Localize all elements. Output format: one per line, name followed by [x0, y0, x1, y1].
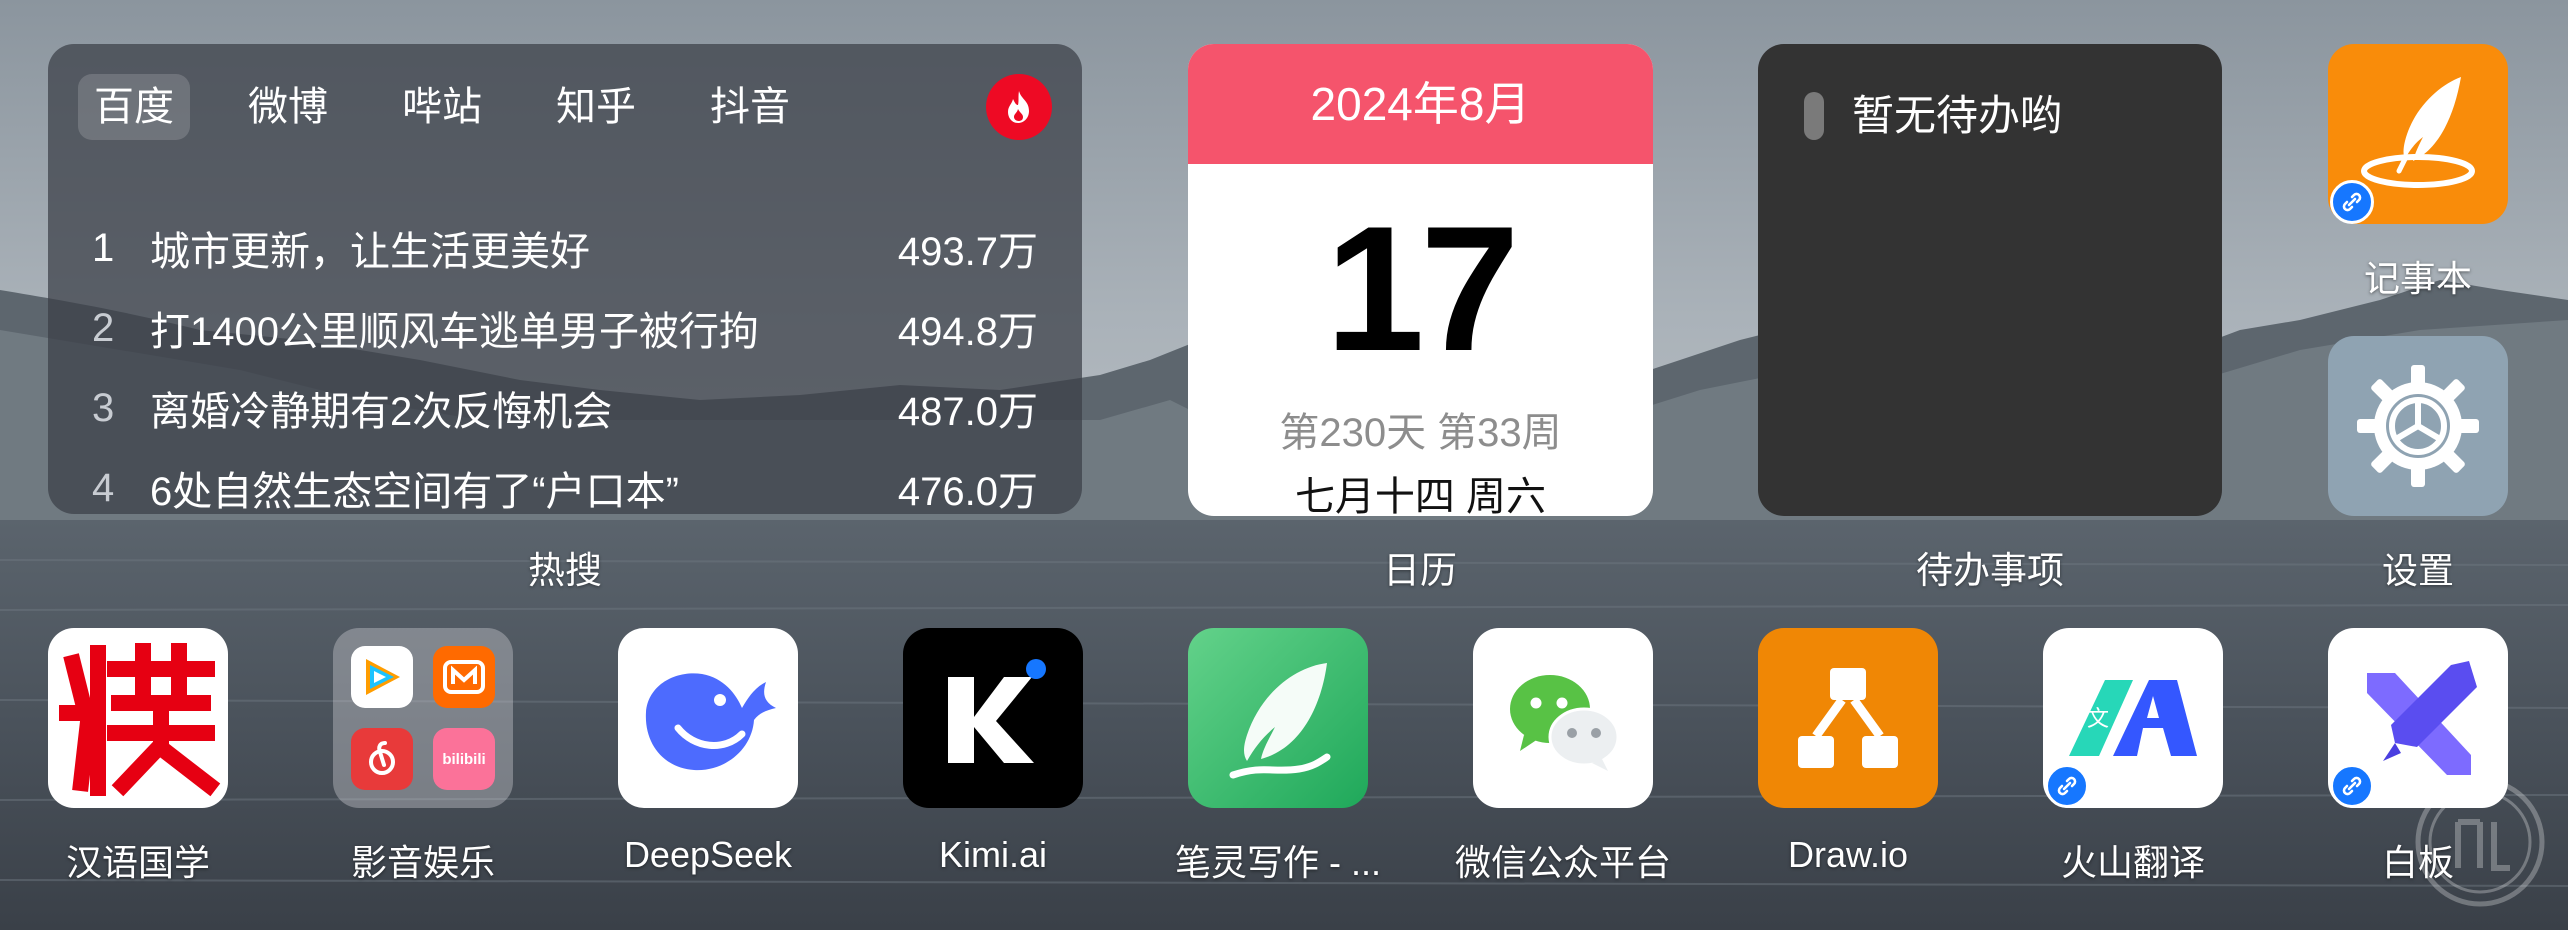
wechat-icon[interactable] [1473, 628, 1653, 808]
watermark-logo-icon [2415, 777, 2545, 907]
calendar-month: 2024年8月 [1188, 44, 1653, 164]
hot-search-title[interactable]: 离婚冷静期有2次反悔机会 [150, 379, 898, 437]
hot-search-item[interactable]: 2 打1400公里顺风车逃单男子被行拘 494.8万 [92, 288, 1038, 368]
todo-indicator [1804, 92, 1824, 140]
calendar-label: 日历 [1383, 550, 1457, 591]
calendar-day-week-info: 第230天 第33周 [1279, 411, 1562, 455]
rank-number: 4 [92, 465, 115, 510]
hot-search-count: 493.7万 [897, 230, 1038, 274]
hot-search-count: 487.0万 [897, 390, 1038, 434]
tab-weibo[interactable]: 微博 [232, 74, 344, 140]
app-name: 微信公众平台 [1454, 842, 1671, 883]
calendar-day: 17 [1325, 189, 1520, 388]
app-name: Draw.io [1787, 834, 1909, 875]
app-name: Kimi.ai [938, 834, 1048, 875]
todo-empty-text: 暂无待办哟 [1852, 92, 2063, 139]
tencent-video-icon [351, 646, 413, 708]
diagram-icon[interactable] [1758, 628, 1938, 808]
hanyu-guoxue-icon[interactable] [48, 628, 228, 808]
svg-text:文: 文 [2087, 707, 2109, 732]
hot-search-item[interactable]: 1 城市更新，让生活更美好 493.7万 [92, 208, 1038, 288]
hot-search-list: 1 城市更新，让生活更美好 493.7万 2 打1400公里顺风车逃单男子被行拘… [92, 208, 1038, 515]
hot-search-item[interactable]: 4 6处自然生态空间有了“户口本” 476.0万 [92, 448, 1038, 515]
hot-search-item[interactable]: 3 离婚冷静期有2次反悔机会 487.0万 [92, 368, 1038, 448]
netease-music-icon [351, 728, 413, 790]
tab-bilibili[interactable]: 哔站 [386, 74, 498, 140]
hot-search-widget[interactable]: 百度 微博 哔站 知乎 抖音 1 城市更新，让生活更美好 493.7万 2 打1… [48, 44, 1082, 514]
link-badge-icon [2045, 764, 2089, 808]
tab-zhihu[interactable]: 知乎 [540, 74, 652, 140]
mango-tv-icon [433, 646, 495, 708]
hot-search-title[interactable]: 打1400公里顺风车逃单男子被行拘 [150, 299, 898, 357]
hot-search-count: 494.8万 [897, 310, 1038, 354]
rank-number: 2 [92, 305, 115, 350]
hot-search-count: 476.0万 [897, 470, 1038, 514]
app-name: DeepSeek [623, 834, 793, 875]
tab-douyin[interactable]: 抖音 [694, 74, 806, 140]
link-badge-icon [2330, 764, 2374, 808]
media-folder-icon[interactable]: bilibili [333, 628, 513, 808]
rank-number: 1 [92, 225, 115, 270]
app-name: 笔灵写作 - ... [1175, 842, 1381, 883]
whale-icon[interactable] [618, 628, 798, 808]
gear-icon[interactable] [2328, 336, 2508, 516]
todo-widget[interactable]: 暂无待办哟 [1758, 44, 2222, 516]
app-name: 汉语国学 [65, 842, 210, 883]
tab-baidu[interactable]: 百度 [78, 74, 190, 140]
todo-label: 待办事项 [1916, 550, 2064, 591]
link-badge-icon [2330, 180, 2374, 224]
hot-search-label: 热搜 [528, 550, 602, 591]
app-name: 火山翻译 [2060, 842, 2205, 883]
fire-icon[interactable] [986, 74, 1052, 140]
kimi-k-icon[interactable] [903, 628, 1083, 808]
bilibili-icon: bilibili [433, 728, 495, 790]
app-name: 记事本 [2363, 258, 2472, 299]
feather-icon[interactable] [1188, 628, 1368, 808]
hot-search-tabs: 百度 微博 哔站 知乎 抖音 [78, 74, 848, 140]
hot-search-title[interactable]: 6处自然生态空间有了“户口本” [150, 459, 898, 514]
app-name: 影音娱乐 [350, 842, 495, 883]
app-name: 设置 [2381, 550, 2454, 591]
rank-number: 3 [92, 385, 115, 430]
hot-search-title[interactable]: 城市更新，让生活更美好 [150, 219, 898, 277]
calendar-lunar-date: 七月十四 周六 [1294, 475, 1547, 516]
calendar-widget[interactable]: 2024年8月 17 第230天 第33周 七月十四 周六 [1188, 44, 1653, 516]
